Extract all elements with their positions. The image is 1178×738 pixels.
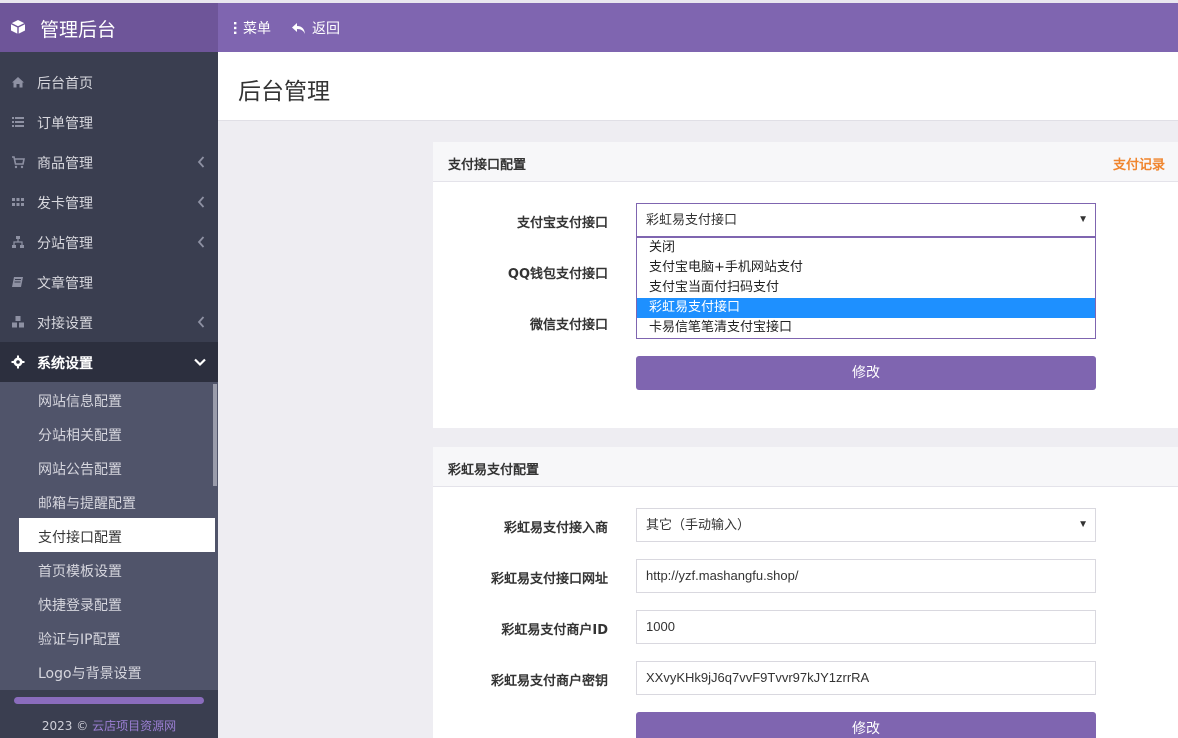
reply-icon	[292, 22, 305, 34]
wechat-interface-label: 微信支付接口	[529, 318, 608, 333]
submenu-item-label: 分站相关配置	[38, 428, 122, 444]
submenu-item-label: 验证与IP配置	[38, 632, 121, 648]
submenu-item-label: 网站公告配置	[38, 462, 122, 478]
epay-merchant-key-label: 彩虹易支付商户密钥	[490, 674, 608, 689]
sidebar-item-products[interactable]: 商品管理	[0, 142, 218, 182]
panel-header: 支付接口配置 支付记录	[433, 142, 1178, 182]
panel-header: 彩虹易支付配置	[433, 447, 1178, 487]
list-icon	[12, 117, 24, 127]
copyright-prefix: 2023 ©	[41, 719, 89, 733]
sitemap-icon	[12, 236, 24, 248]
sidebar-item-label: 订单管理	[37, 116, 93, 132]
submenu-item-announcements[interactable]: 网站公告配置	[19, 450, 215, 484]
grid-icon	[12, 198, 24, 206]
submenu-item-logo-background[interactable]: Logo与背景设置	[19, 654, 215, 688]
chevron-left-icon	[197, 236, 205, 248]
submenu-item-label: 网站信息配置	[38, 394, 122, 410]
sidebar-item-label: 商品管理	[37, 156, 93, 172]
payment-records-link[interactable]: 支付记录	[1113, 154, 1165, 173]
top-bar: 管理后台 菜单 返回	[0, 0, 1178, 52]
chevron-down-icon	[194, 358, 206, 367]
caret-down-icon: ▼	[1078, 519, 1088, 530]
back-label: 返回	[312, 21, 340, 37]
app-title: 管理后台	[40, 19, 117, 41]
submenu-item-label: 邮箱与提醒配置	[38, 496, 136, 512]
chevron-left-icon	[197, 156, 205, 168]
page-title: 后台管理	[238, 79, 330, 105]
alipay-interface-label: 支付宝支付接口	[516, 216, 608, 231]
copyright-link[interactable]: 云店项目资源网	[92, 719, 176, 733]
book-icon	[12, 277, 23, 287]
sidebar-item-articles[interactable]: 文章管理	[0, 262, 218, 302]
submenu-item-home-template[interactable]: 首页模板设置	[19, 552, 215, 586]
epay-merchant-key-input[interactable]: XXvyKHk9jJ6q7vvF9Tvvr97kJY1zrrRA	[636, 661, 1096, 695]
epay-url-input[interactable]: http://yzf.mashangfu.shop/	[636, 559, 1096, 593]
back-button[interactable]: 返回	[291, 18, 340, 38]
payment-submit-button[interactable]: 修改	[636, 356, 1096, 390]
submenu-item-substation-config[interactable]: 分站相关配置	[19, 416, 215, 450]
dropdown-option-kayixin[interactable]: 卡易信笔笔清支付宝接口	[637, 318, 1095, 338]
copyright: 2023 © 云店项目资源网	[0, 717, 218, 734]
sidebar-item-label: 分站管理	[37, 236, 93, 252]
select-value: 其它（手动输入）	[646, 517, 751, 532]
submenu-item-payment-config[interactable]: 支付接口配置	[19, 518, 215, 552]
brand[interactable]: 管理后台	[0, 3, 218, 52]
sidebar-item-label: 对接设置	[37, 316, 93, 332]
epay-url-label: 彩虹易支付接口网址	[490, 572, 608, 587]
epay-merchant-id-input[interactable]: 1000	[636, 610, 1096, 644]
alipay-interface-dropdown: 关闭 支付宝电脑+手机网站支付 支付宝当面付扫码支付 彩虹易支付接口 卡易信笔笔…	[636, 237, 1096, 339]
menu-toggle-button[interactable]: 菜单	[233, 18, 271, 38]
submenu-item-label: 支付接口配置	[38, 530, 122, 546]
sidebar-bottom-scrollbar[interactable]	[14, 697, 204, 704]
sidebar-item-home[interactable]: 后台首页	[0, 62, 218, 102]
dropdown-option-alipay-web[interactable]: 支付宝电脑+手机网站支付	[637, 258, 1095, 278]
sidebar-item-substations[interactable]: 分站管理	[0, 222, 218, 262]
submenu-item-label: 快捷登录配置	[38, 598, 122, 614]
dropdown-option-off[interactable]: 关闭	[637, 238, 1095, 258]
menu-label: 菜单	[243, 21, 271, 37]
epay-submit-button[interactable]: 修改	[636, 712, 1096, 738]
sidebar-item-cards[interactable]: 发卡管理	[0, 182, 218, 222]
dropdown-option-alipay-f2f[interactable]: 支付宝当面付扫码支付	[637, 278, 1095, 298]
dropdown-option-rainbow-epay[interactable]: 彩虹易支付接口	[637, 298, 1095, 318]
chevron-left-icon	[197, 196, 205, 208]
qq-wallet-interface-label: QQ钱包支付接口	[507, 267, 608, 282]
gear-icon	[11, 355, 25, 369]
cubes-icon	[12, 316, 24, 328]
sidebar-item-label: 文章管理	[37, 276, 93, 292]
home-icon	[12, 77, 24, 88]
sidebar-item-orders[interactable]: 订单管理	[0, 102, 218, 142]
caret-down-icon: ▼	[1078, 214, 1088, 225]
epay-provider-select[interactable]: 其它（手动输入） ▼	[636, 508, 1096, 542]
panel-title: 彩虹易支付配置	[448, 463, 540, 478]
submenu-item-quick-login[interactable]: 快捷登录配置	[19, 586, 215, 620]
submenu-item-label: 首页模板设置	[38, 564, 122, 580]
sidebar-item-integration[interactable]: 对接设置	[0, 302, 218, 342]
sidebar-item-label: 发卡管理	[37, 196, 93, 212]
submenu-item-site-info[interactable]: 网站信息配置	[19, 382, 215, 416]
sidebar-item-label: 后台首页	[37, 76, 93, 92]
ellipsis-vertical-icon	[234, 22, 237, 34]
sidebar-item-system-settings[interactable]: 系统设置	[0, 342, 218, 382]
sidebar: 后台首页 订单管理 商品管理 发卡管理 分站管理 文章管理 对接设置 系统设置 …	[0, 52, 218, 738]
epay-provider-label: 彩虹易支付接入商	[503, 521, 608, 536]
submenu-item-verification-ip[interactable]: 验证与IP配置	[19, 620, 215, 654]
alipay-interface-select[interactable]: 彩虹易支付接口 ▼	[636, 203, 1096, 237]
panel-title: 支付接口配置	[448, 158, 527, 173]
epay-merchant-id-label: 彩虹易支付商户ID	[501, 623, 608, 638]
select-value: 彩虹易支付接口	[646, 212, 738, 227]
cart-icon	[12, 156, 25, 169]
page-header: 后台管理	[218, 52, 1178, 121]
epay-config-panel: 彩虹易支付配置 彩虹易支付接入商 其它（手动输入） ▼ 彩虹易支付接口网址 ht…	[433, 447, 1178, 738]
sidebar-item-label: 系统设置	[37, 356, 93, 372]
chevron-left-icon	[197, 316, 205, 328]
cube-icon	[10, 20, 26, 34]
submenu-item-email-alerts[interactable]: 邮箱与提醒配置	[19, 484, 215, 518]
system-settings-submenu: 网站信息配置 分站相关配置 网站公告配置 邮箱与提醒配置 支付接口配置 首页模板…	[0, 382, 218, 690]
sidebar-scrollbar[interactable]	[213, 384, 217, 486]
submenu-item-label: Logo与背景设置	[38, 666, 142, 682]
